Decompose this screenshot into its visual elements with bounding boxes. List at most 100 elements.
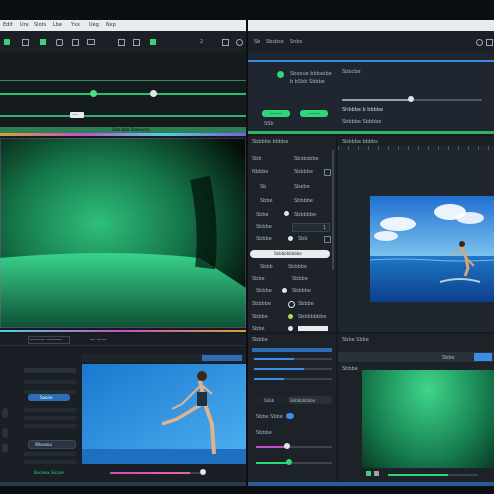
bottom-tab-a[interactable]: Sbbb: [256, 396, 286, 404]
prop-checkbox[interactable]: [324, 169, 331, 176]
menu-bar: Edit Ure Slots Lbe Yxx Ueg Nxp: [0, 20, 246, 31]
settings-icon[interactable]: [236, 39, 243, 46]
list-item-selected[interactable]: Wlosoou: [28, 440, 76, 449]
prop-label: Sb: [260, 184, 267, 190]
prop-value: Sbbbe: [292, 276, 308, 282]
prop-checkbox[interactable]: [324, 236, 331, 243]
confirm-button[interactable]: ———: [300, 110, 328, 117]
track-keyframe-2[interactable]: [150, 90, 157, 97]
cursor-icon[interactable]: [4, 39, 10, 45]
left-footer-bar: [0, 482, 246, 486]
bottom-tab-active[interactable]: [28, 336, 70, 344]
bottom-row-label: Sbbbe: [256, 430, 272, 436]
scrub-handle[interactable]: [200, 469, 206, 475]
prop-radio[interactable]: [288, 314, 293, 319]
properties-scrollbar[interactable]: [332, 150, 334, 270]
stop-icon[interactable]: [374, 471, 379, 476]
prop-label: Nbbbe: [252, 169, 269, 175]
preview-header-bar[interactable]: [202, 355, 242, 361]
layers-icon[interactable]: [118, 39, 125, 46]
list-item-active[interactable]: Saone: [28, 394, 70, 401]
prop-input[interactable]: 1: [292, 223, 330, 232]
list-row[interactable]: [24, 408, 76, 412]
right-bottom-strip[interactable]: [252, 348, 332, 352]
menu-item-4[interactable]: Lbe: [53, 22, 62, 28]
bottom-slider-4[interactable]: [256, 446, 332, 448]
list-row[interactable]: [24, 380, 76, 384]
side-button[interactable]: [2, 408, 8, 418]
right-toolbar-item[interactable]: Snbs: [290, 39, 302, 45]
prop-value: Sbebe: [294, 184, 310, 190]
prop-label: Sbb: [252, 156, 262, 162]
prop-radio[interactable]: [284, 211, 289, 216]
track-marker[interactable]: ----: [70, 112, 84, 118]
crop-icon[interactable]: [40, 39, 46, 45]
asset-list: Saone Wlosoou Bocieex Siscae: [0, 348, 80, 486]
cut-icon[interactable]: [72, 39, 79, 46]
track-line-2[interactable]: [0, 93, 246, 95]
scrub-bar[interactable]: [110, 472, 200, 474]
timeline-tracks: ---- Sele bbe Sbeeuery: [0, 53, 246, 133]
settings-small-label: SSb: [264, 121, 274, 127]
menu-item-5[interactable]: Yxx: [71, 22, 80, 28]
bottom-slider-4-handle[interactable]: [284, 443, 290, 449]
monitor-icon[interactable]: [87, 39, 95, 45]
toggle-switch[interactable]: [286, 413, 294, 419]
prop-label: Sbbe: [252, 276, 265, 282]
right-window: Sb Sbsbso Snbs Sbooue bbbasbe b bSbb Sbb…: [248, 20, 494, 486]
list-row[interactable]: [24, 368, 76, 373]
grid-icon[interactable]: [22, 39, 29, 46]
right-toolbar-item[interactable]: Sbsbso: [266, 39, 284, 45]
color-icon[interactable]: [150, 39, 156, 45]
prop-label: Sbbbe: [256, 236, 272, 242]
main-viewer: [0, 138, 246, 328]
bottom-slider-1[interactable]: [254, 358, 332, 360]
prop-radio[interactable]: [282, 288, 287, 293]
prop-input[interactable]: [298, 326, 328, 331]
export-icon[interactable]: [133, 39, 140, 46]
right-bottom-scrub[interactable]: [388, 474, 478, 476]
prop-label: Sbbb: [260, 264, 273, 270]
bottom-slider-3[interactable]: [254, 378, 332, 380]
surfer-photo: [370, 196, 494, 302]
list-row[interactable]: [24, 460, 76, 464]
side-button[interactable]: [2, 428, 8, 438]
list-row[interactable]: [24, 452, 76, 456]
prop-radio[interactable]: [288, 236, 293, 241]
media-icon[interactable]: [56, 39, 63, 46]
apply-button[interactable]: ———: [262, 110, 290, 117]
play-icon[interactable]: [366, 471, 371, 476]
track-caption: Sele bbe Sbeeuery: [112, 127, 150, 132]
prop-value: Sbbbbbbbe: [298, 314, 327, 320]
bottom-divider: [0, 345, 246, 346]
settings-slider-handle[interactable]: [408, 96, 414, 102]
canvas-header: Sbbbbe bbbbs: [338, 136, 494, 146]
right-toolbar-item[interactable]: Sb: [254, 39, 260, 45]
bottom-tab-b[interactable]: Sbbbbbbbbe: [288, 396, 332, 404]
bottom-tab-b[interactable]: — ——: [90, 337, 107, 343]
menu-icon[interactable]: [486, 39, 493, 46]
right-bottom-panel: Sbbbe Sbbb Sbbbbbbbbe Sbbe Sbbe Sbbbe: [248, 334, 336, 486]
menu-item-edit[interactable]: Edit: [3, 22, 13, 28]
list-row[interactable]: [24, 416, 76, 420]
zoom-icon[interactable]: [222, 39, 229, 46]
bottom-slider-5[interactable]: [256, 462, 332, 464]
bottom-slider-2[interactable]: [254, 368, 332, 370]
close-icon[interactable]: [476, 39, 483, 46]
menu-item-2[interactable]: Ure: [20, 22, 29, 28]
track-keyframe-1[interactable]: [90, 90, 97, 97]
list-row[interactable]: [24, 424, 76, 428]
menu-item-6[interactable]: Ueg: [89, 22, 99, 28]
properties-button[interactable]: Sbbbbbbbbbe: [250, 250, 330, 258]
side-button[interactable]: [2, 443, 8, 453]
right-bottom-header-right: Sbbe Sbbe: [342, 337, 369, 343]
prop-value: Sbbbbe: [292, 288, 311, 294]
prop-radio[interactable]: [288, 326, 293, 331]
menu-item-7[interactable]: Nxp: [106, 22, 116, 28]
menu-item-3[interactable]: Slots: [34, 22, 46, 28]
bottom-slider-5-handle[interactable]: [286, 459, 292, 465]
right-bottom-toolbar-btn[interactable]: [474, 353, 492, 361]
properties-panel: Sbbbbe bbbbe Sbb Sbobsbbe Nbbbe Sbbbbe S…: [248, 136, 336, 332]
prop-label: Sbbbe: [256, 288, 272, 294]
prop-radio[interactable]: [288, 301, 295, 308]
